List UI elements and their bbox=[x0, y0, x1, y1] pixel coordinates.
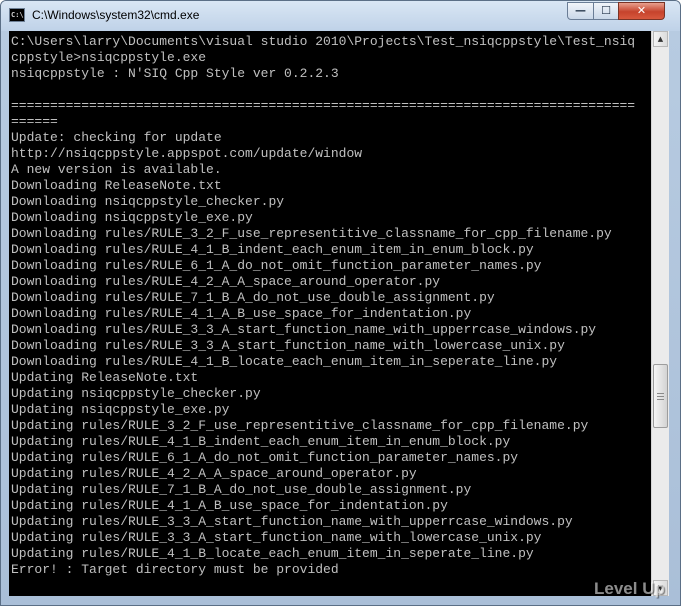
title-bar[interactable]: C:\ C:\Windows\system32\cmd.exe — ☐ ✕ bbox=[1, 1, 680, 31]
close-button[interactable]: ✕ bbox=[618, 2, 665, 20]
console-line: Updating rules/RULE_4_2_A_A_space_around… bbox=[11, 466, 417, 481]
minimize-icon: — bbox=[575, 4, 586, 17]
console-line: Updating rules/RULE_4_1_A_B_use_space_fo… bbox=[11, 498, 448, 513]
console-line: A new version is available. bbox=[11, 162, 222, 177]
console-line: Downloading rules/RULE_3_2_F_use_represe… bbox=[11, 226, 612, 241]
console-line: C:\Users\larry\Documents\visual studio 2… bbox=[11, 34, 636, 49]
console-line: nsiqcppstyle : N'SIQ Cpp Style ver 0.2.2… bbox=[11, 66, 339, 81]
console-line: Downloading rules/RULE_7_1_B_A_do_not_us… bbox=[11, 290, 495, 305]
arrow-up-icon: ▲ bbox=[657, 35, 664, 43]
grip-line bbox=[657, 393, 664, 394]
console-line: Error! : Target directory must be provid… bbox=[11, 562, 339, 577]
console-line: Updating rules/RULE_3_2_F_use_representi… bbox=[11, 418, 589, 433]
console-line: ====== bbox=[11, 114, 58, 129]
grip-line bbox=[657, 399, 664, 400]
maximize-button[interactable]: ☐ bbox=[593, 2, 619, 20]
vertical-scrollbar[interactable]: ▲ ▼ bbox=[651, 31, 669, 596]
scroll-thumb[interactable] bbox=[653, 364, 668, 428]
console-line: Downloading rules/RULE_4_1_B_indent_each… bbox=[11, 242, 534, 257]
maximize-icon: ☐ bbox=[601, 4, 611, 17]
console-line: Downloading nsiqcppstyle_exe.py bbox=[11, 210, 253, 225]
console-line: Downloading rules/RULE_4_1_B_locate_each… bbox=[11, 354, 558, 369]
cmd-window: C:\ C:\Windows\system32\cmd.exe — ☐ ✕ C:… bbox=[0, 0, 681, 606]
minimize-button[interactable]: — bbox=[567, 2, 594, 20]
scroll-up-button[interactable]: ▲ bbox=[653, 31, 668, 47]
console-line: Updating rules/RULE_3_3_A_start_function… bbox=[11, 514, 573, 529]
console-line: Downloading ReleaseNote.txt bbox=[11, 178, 222, 193]
console-line: Updating rules/RULE_4_1_B_locate_each_en… bbox=[11, 546, 534, 561]
console-line: Updating rules/RULE_6_1_A_do_not_omit_fu… bbox=[11, 450, 519, 465]
close-icon: ✕ bbox=[636, 4, 647, 17]
console-line: Downloading rules/RULE_3_3_A_start_funct… bbox=[11, 322, 597, 337]
console-line: ========================================… bbox=[11, 98, 636, 113]
window-title: C:\Windows\system32\cmd.exe bbox=[32, 8, 200, 22]
console-line: http://nsiqcppstyle.appspot.com/update/w… bbox=[11, 146, 363, 161]
console-line: Downloading rules/RULE_6_1_A_do_not_omit… bbox=[11, 258, 542, 273]
console-output[interactable]: C:\Users\larry\Documents\visual studio 2… bbox=[9, 31, 651, 596]
console-lines: C:\Users\larry\Documents\visual studio 2… bbox=[11, 34, 635, 578]
console-line: Downloading rules/RULE_4_1_A_B_use_space… bbox=[11, 306, 472, 321]
console-line: cppstyle>nsiqcppstyle.exe bbox=[11, 50, 207, 65]
console-line: Downloading nsiqcppstyle_checker.py bbox=[11, 194, 285, 209]
console-line: Updating rules/RULE_4_1_B_indent_each_en… bbox=[11, 434, 511, 449]
console-line: Downloading rules/RULE_3_3_A_start_funct… bbox=[11, 338, 565, 353]
console-line: Updating nsiqcppstyle_checker.py bbox=[11, 386, 261, 401]
cmd-app-icon[interactable]: C:\ bbox=[9, 8, 25, 22]
console-line: Updating nsiqcppstyle_exe.py bbox=[11, 402, 230, 417]
grip-line bbox=[657, 396, 664, 397]
console-line: Downloading rules/RULE_4_2_A_A_space_aro… bbox=[11, 274, 441, 289]
console-line: Updating rules/RULE_3_3_A_start_function… bbox=[11, 530, 542, 545]
watermark: Level Up bbox=[594, 579, 665, 598]
console-line: Updating rules/RULE_7_1_B_A_do_not_use_d… bbox=[11, 482, 472, 497]
console-line: Update: checking for update bbox=[11, 130, 222, 145]
console-line: Updating ReleaseNote.txt bbox=[11, 370, 199, 385]
